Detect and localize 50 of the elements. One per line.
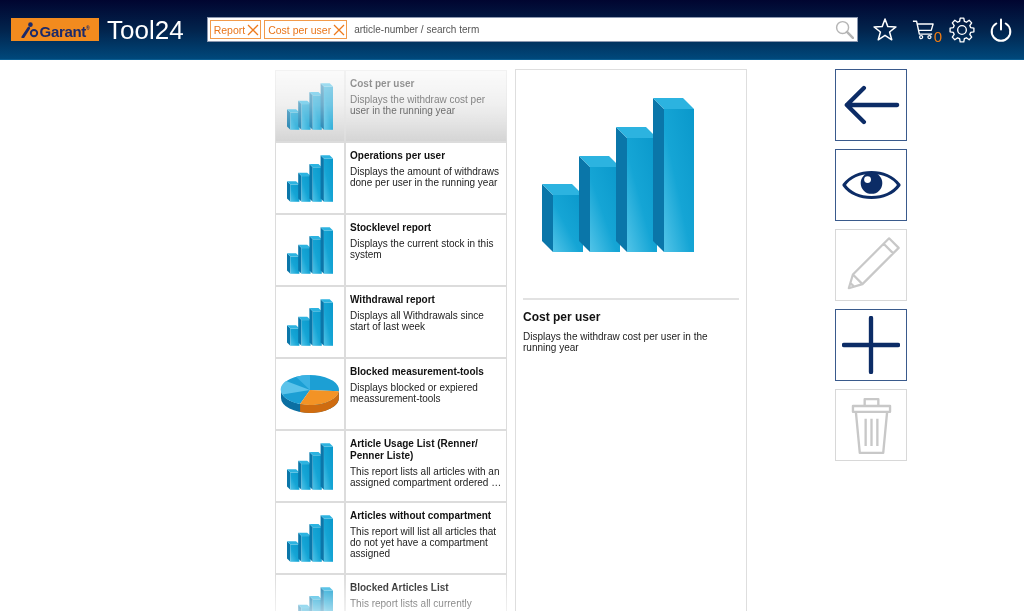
detail-description: Displays the withdraw cost per user in the running year: [523, 331, 709, 353]
report-title: Blocked Articles List: [350, 582, 450, 594]
bar-chart-icon: [287, 226, 333, 274]
logo-text: Garant$^{®}$: [39, 21, 90, 40]
arrow-left-icon: [842, 85, 900, 125]
report-list-item[interactable]: Blocked measurement-tools Displays blocked or expiered meassurement-tools: [275, 358, 507, 430]
back-button[interactable]: [835, 69, 907, 141]
cart-icon[interactable]: [911, 19, 934, 40]
report-title: Article Usage List (Renner/ Penner Liste): [350, 438, 479, 462]
star-icon[interactable]: [872, 17, 897, 42]
report-title: Operations per user: [350, 150, 447, 162]
report-description: Displays the withdraw cost per user in the running year: [350, 94, 487, 116]
chart-bar: [542, 184, 583, 252]
view-button[interactable]: [835, 149, 907, 221]
close-icon[interactable]: [247, 23, 260, 36]
pie-chart-icon: [280, 372, 340, 416]
cart-count: 0: [933, 29, 942, 44]
report-list-item[interactable]: Article Usage List (Renner/ Penner Liste) This report lists all articles with an assigned compartment ordered …: [275, 430, 507, 502]
report-description: Displays blocked or expiered meassurement-tools: [350, 382, 479, 404]
power-icon[interactable]: [988, 17, 1013, 42]
report-list-item[interactable]: Operations per user Displays the amount of withdraws done per user in the running year: [275, 142, 507, 214]
close-icon[interactable]: [333, 23, 346, 36]
bar-chart-icon: [287, 154, 333, 202]
report-title: Cost per user: [350, 78, 416, 90]
report-description: Displays all Withdrawals since start of last week: [350, 310, 485, 332]
plus-icon: [842, 316, 900, 374]
report-description: Displays the current stock in this system: [350, 238, 495, 260]
bar-chart-icon: [287, 514, 333, 562]
report-title: Articles without compartment: [350, 510, 493, 522]
report-list-item[interactable]: Withdrawal report Displays all Withdrawals since start of last week: [275, 286, 507, 358]
report-title: Withdrawal report: [350, 294, 436, 306]
bar-chart-icon: [287, 82, 333, 130]
bar-chart-icon: [287, 298, 333, 346]
report-description: This report lists all currently: [350, 598, 473, 609]
settings-icon[interactable]: [948, 16, 975, 43]
report-list-item[interactable]: Blocked Articles List This report lists all currently: [275, 574, 507, 611]
trash-icon: [850, 395, 892, 455]
report-title: Blocked measurement-tools: [350, 366, 485, 378]
report-title: Stocklevel report: [350, 222, 433, 234]
report-description: Displays the amount of withdraws done per user in the running year: [350, 166, 500, 188]
app-title: Tool24: [107, 15, 184, 44]
bar-chart-icon: [287, 442, 333, 490]
report-description: This report lists all articles with an assigned compartment ordered …: [350, 466, 503, 488]
report-list-item[interactable]: Stocklevel report Displays the current stock in this system: [275, 214, 507, 286]
report-list-item[interactable]: Articles without compartment This report will list all articles that do not yet have a compartment assigned: [275, 502, 507, 574]
add-button[interactable]: [835, 309, 907, 381]
logo-icon: [20, 21, 39, 38]
detail-title: Cost per user: [523, 310, 602, 324]
report-list-item[interactable]: Cost per user Displays the withdraw cost per user in the running year: [275, 70, 507, 142]
report-description: This report will list all articles that do not yet have a compartment assigned: [350, 526, 498, 559]
